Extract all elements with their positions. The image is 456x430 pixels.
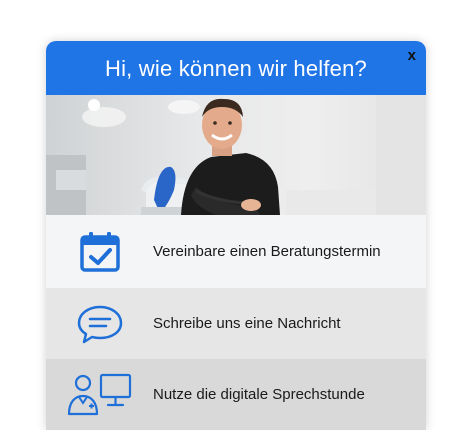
option-video-consultation-label: Nutze die digitale Sprechstunde xyxy=(153,386,365,403)
calendar-check-icon xyxy=(46,231,153,273)
option-appointment-label: Vereinbare einen Beratungstermin xyxy=(153,243,381,260)
option-message[interactable]: Schreibe uns eine Nachricht xyxy=(46,288,426,359)
widget-title: Hi, wie können wir helfen? xyxy=(104,56,367,81)
option-appointment[interactable]: Vereinbare einen Beratungstermin xyxy=(46,215,426,288)
chat-bubble-icon xyxy=(46,304,153,344)
hero-photo xyxy=(46,95,426,215)
video-consultation-icon xyxy=(46,372,153,418)
widget-header: Hi, wie können wir helfen? x xyxy=(46,41,426,95)
help-widget: Hi, wie können wir helfen? x Vereinbare … xyxy=(46,41,426,430)
hero-illustration xyxy=(46,95,426,215)
close-button[interactable]: x xyxy=(408,48,416,63)
option-video-consultation[interactable]: Nutze die digitale Sprechstunde xyxy=(46,359,426,430)
option-message-label: Schreibe uns eine Nachricht xyxy=(153,315,341,332)
